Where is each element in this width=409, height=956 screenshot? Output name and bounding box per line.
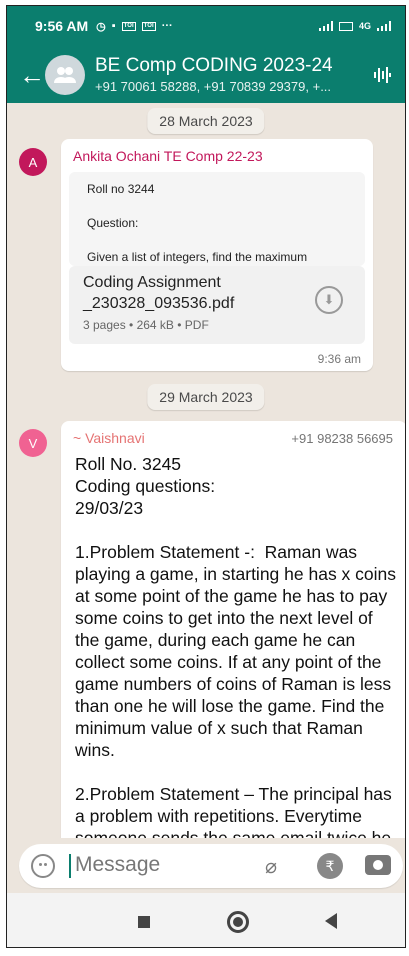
network-4g-icon: 4G: [358, 21, 371, 31]
back-arrow-icon[interactable]: ←: [7, 62, 45, 88]
signal-icon: [318, 21, 333, 31]
group-avatar[interactable]: [45, 54, 85, 95]
status-icons-right: 4G: [318, 21, 391, 31]
attach-icon[interactable]: ⌀: [265, 854, 277, 879]
volte-icon: [338, 21, 353, 31]
message-input-container[interactable]: Message ⌀ ₹: [19, 844, 403, 888]
sender-phone: +91 98238 56695: [291, 431, 393, 446]
sender-name[interactable]: Ankita Ochani TE Comp 22-23: [73, 148, 263, 164]
home-icon[interactable]: [227, 911, 249, 933]
chat-title: BE Comp CODING 2023-24: [95, 55, 333, 76]
date-chip: 29 March 2023: [147, 384, 265, 410]
app-bar: 9:56 AM ◷ ▪ TOI TOI ··· 4G ← BE Comp COD…: [7, 6, 405, 103]
chat-header-text[interactable]: BE Comp CODING 2023-24 +91 70061 58288, …: [95, 55, 365, 94]
message-time: 9:36 am: [317, 352, 361, 366]
sender-name[interactable]: ~ Vaishnavi: [73, 430, 145, 446]
media-icon: ▪: [111, 20, 116, 32]
date-chip: 28 March 2023: [147, 108, 265, 134]
avatar[interactable]: A: [19, 148, 47, 176]
emoji-icon[interactable]: [31, 854, 55, 878]
status-bar: 9:56 AM ◷ ▪ TOI TOI ··· 4G: [7, 6, 405, 46]
preview-line: Roll no 3244: [87, 182, 155, 196]
file-attachment[interactable]: Coding Assignment _230328_093536.pdf 3 p…: [69, 266, 365, 344]
group-icon: [54, 66, 76, 83]
signal-icon-2: [377, 21, 391, 31]
message-bubble[interactable]: Ankita Ochani TE Comp 22-23 Roll no 3244…: [61, 139, 373, 371]
app-icon-2: TOI: [141, 21, 156, 31]
text-cursor: [69, 854, 71, 878]
voice-chat-icon[interactable]: [373, 65, 391, 85]
message-input[interactable]: Message: [75, 853, 160, 877]
chat-subtitle: +91 70061 58288, +91 70839 29379, +...: [95, 79, 332, 94]
app-icon-1: TOI: [121, 21, 136, 31]
phone-screen: 9:56 AM ◷ ▪ TOI TOI ··· 4G ← BE Comp COD…: [6, 5, 406, 948]
document-preview[interactable]: Roll no 3244 Question: Given a list of i…: [69, 172, 365, 266]
chat-header: ← BE Comp CODING 2023-24 +91 70061 58288…: [7, 46, 405, 103]
status-time: 9:56 AM: [35, 18, 89, 34]
chat-area[interactable]: 28 March 2023 A Ankita Ochani TE Comp 22…: [7, 103, 405, 838]
download-icon[interactable]: ⬇: [315, 286, 343, 314]
message-text: Roll No. 3245 Coding questions: 29/03/23…: [75, 454, 397, 838]
android-nav-bar: [7, 893, 405, 947]
file-name-line: Coding Assignment: [83, 274, 221, 291]
preview-line: Given a list of integers, find the maxim…: [87, 250, 308, 264]
message-bubble[interactable]: ~ Vaishnavi +91 98238 56695 Roll No. 324…: [61, 421, 405, 838]
file-name-line: _230328_093536.pdf: [83, 295, 235, 312]
preview-line: Question:: [87, 216, 139, 230]
camera-icon[interactable]: [365, 855, 391, 875]
file-meta: 3 pages • 264 kB • PDF: [83, 318, 209, 332]
recents-icon[interactable]: [138, 916, 150, 928]
compose-bar: Message ⌀ ₹: [7, 838, 405, 893]
alarm-icon: ◷: [96, 20, 106, 33]
back-icon[interactable]: [325, 913, 337, 929]
status-icons-left: ◷ ▪ TOI TOI ···: [96, 20, 173, 33]
more-dots-icon: ···: [161, 20, 173, 32]
payment-icon[interactable]: ₹: [317, 853, 343, 879]
file-name: Coding Assignment _230328_093536.pdf: [83, 272, 234, 314]
avatar[interactable]: V: [19, 429, 47, 457]
